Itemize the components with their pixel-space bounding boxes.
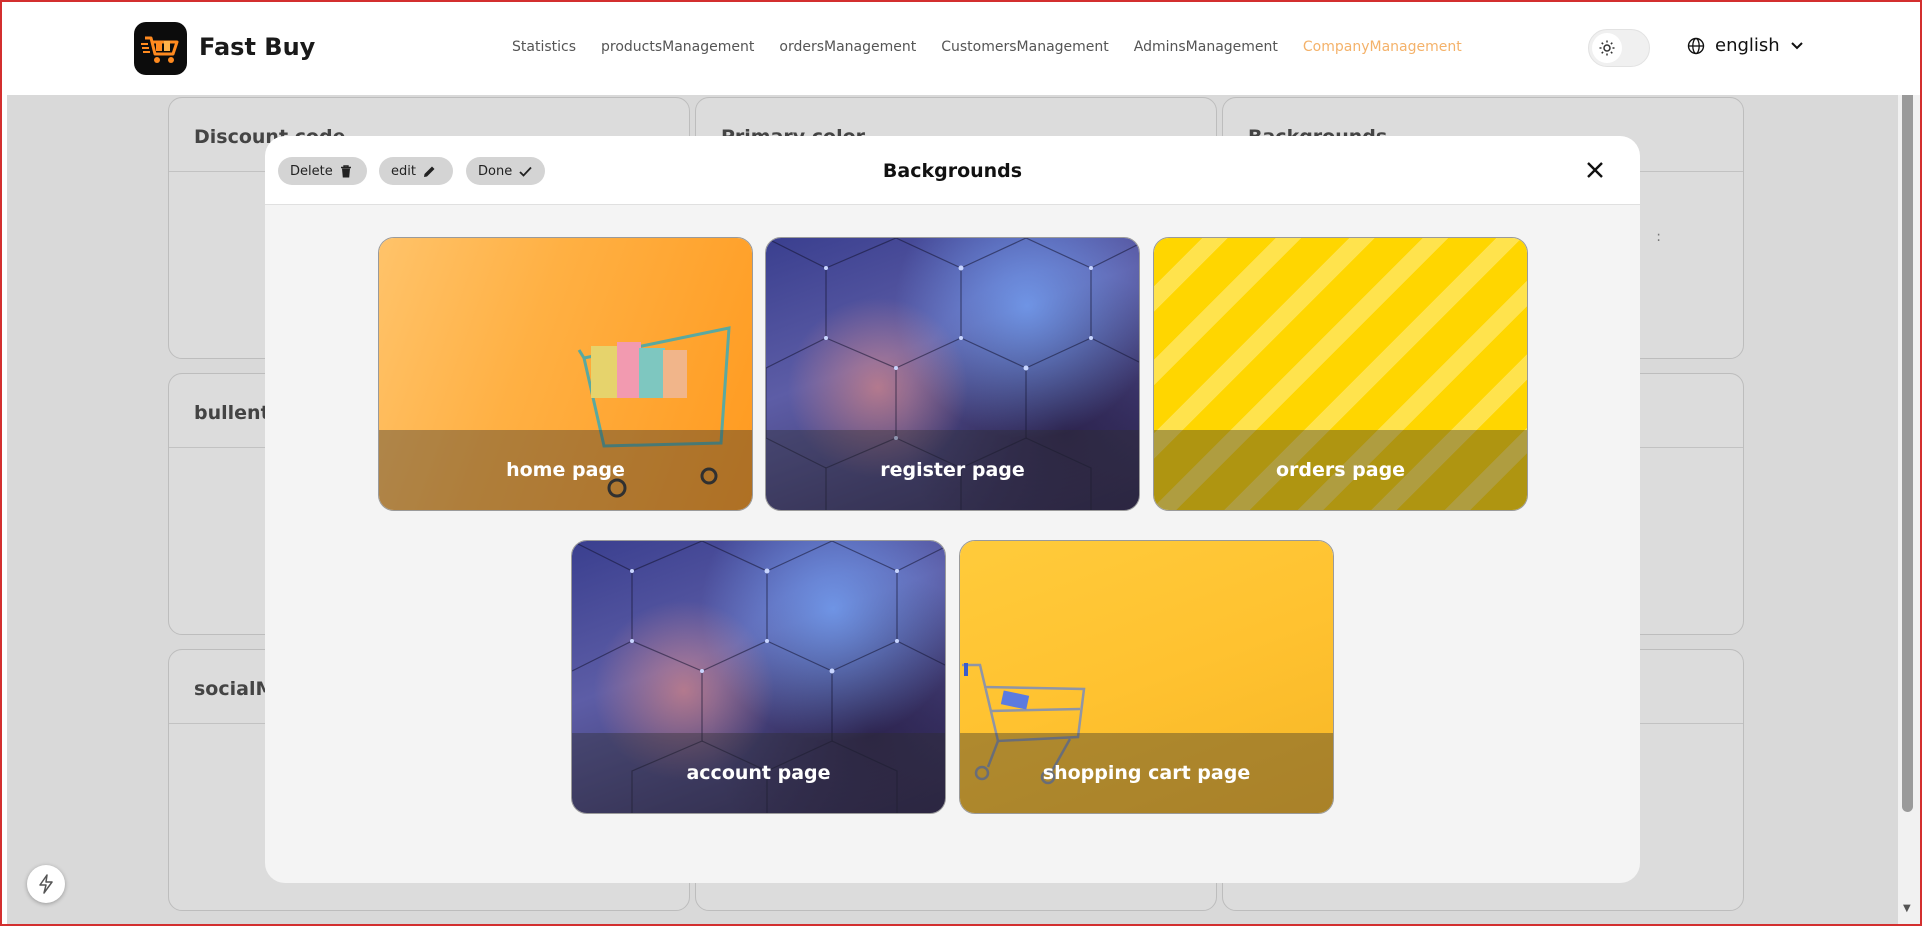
nav-company-management[interactable]: CompanyManagement [1303, 39, 1462, 55]
modal-title: Backgrounds [882, 160, 1023, 182]
register-page-label: register page [766, 430, 1139, 510]
account-page-label: account page [572, 733, 945, 813]
scroll-down-icon[interactable]: ▼ [1903, 903, 1911, 914]
scrollbar-thumb[interactable] [1902, 30, 1913, 812]
modal-header: Delete edit Done Backgrounds [265, 136, 1640, 205]
nav-admins-management[interactable]: AdminsManagement [1134, 39, 1278, 55]
theme-toggle-knob [1592, 33, 1622, 63]
card-colon: : [1656, 229, 1661, 245]
nav-products-management[interactable]: productsManagement [601, 39, 754, 55]
close-button[interactable] [1583, 158, 1607, 182]
sun-icon [1599, 40, 1615, 56]
background-card-home[interactable]: home page [378, 237, 753, 511]
home-page-label: home page [379, 430, 752, 510]
nav-orders-management[interactable]: ordersManagement [779, 39, 916, 55]
background-card-orders[interactable]: orders page [1153, 237, 1528, 511]
globe-icon [1687, 37, 1705, 54]
language-label: english [1715, 35, 1780, 56]
bolt-icon [39, 874, 53, 894]
backgrounds-modal: Delete edit Done Backgrounds home page r… [265, 136, 1640, 883]
nav-customers-management[interactable]: CustomersManagement [941, 39, 1109, 55]
chevron-down-icon [1790, 41, 1803, 49]
close-icon [1587, 162, 1603, 178]
background-card-shopping-cart[interactable]: shopping cart page [959, 540, 1334, 814]
shopping-cart-icon [140, 36, 178, 63]
card-title: bullenti [194, 402, 277, 424]
nav-statistics[interactable]: Statistics [512, 39, 576, 55]
theme-toggle[interactable] [1588, 29, 1650, 67]
app-logo[interactable] [134, 22, 187, 75]
main-nav: Statistics productsManagement ordersMana… [512, 39, 1462, 55]
top-navbar: Fast Buy Statistics productsManagement o… [0, 0, 1922, 95]
language-selector[interactable]: english [1687, 35, 1804, 56]
shopping-cart-page-label: shopping cart page [960, 733, 1333, 813]
app-title: Fast Buy [199, 33, 316, 61]
background-card-account[interactable]: account page [571, 540, 946, 814]
orders-page-label: orders page [1154, 430, 1527, 510]
quick-action-button[interactable] [27, 865, 65, 903]
background-card-register[interactable]: register page [765, 237, 1140, 511]
